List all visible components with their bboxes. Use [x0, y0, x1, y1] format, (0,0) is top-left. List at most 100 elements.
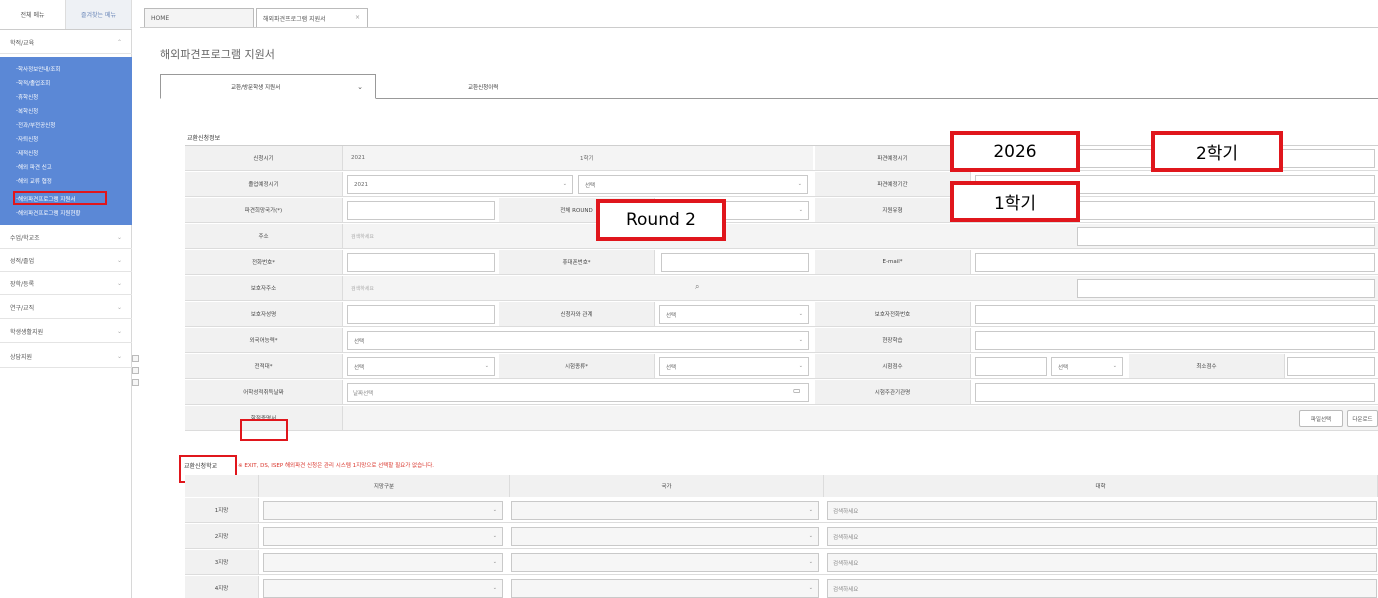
university-input[interactable]: 검색하세요: [827, 553, 1377, 572]
chevron-down-icon: ⌄: [1112, 363, 1117, 369]
table-header-country: 국가: [510, 475, 824, 497]
close-icon[interactable]: ×: [355, 14, 360, 21]
table-header-blank: [185, 475, 259, 497]
form-row: 졸업예정시기 2021 ⌄ 선택 ⌄ 파견예정기간: [185, 172, 1378, 197]
university-input[interactable]: 검색하세요: [827, 579, 1377, 598]
sidebar-subitem[interactable]: - 해외파견프로그램 지원현황: [16, 206, 80, 219]
label-language-ability: 외국어능력*: [185, 328, 343, 352]
graduation-semester-select[interactable]: 선택 ⌄: [578, 175, 808, 194]
download-button[interactable]: 다운로드: [1347, 410, 1378, 427]
mobile-input[interactable]: [661, 253, 809, 272]
calendar-icon[interactable]: ▭: [793, 386, 801, 395]
search-icon[interactable]: ⌕: [695, 282, 699, 292]
tab-home[interactable]: HOME: [144, 8, 254, 27]
chevron-down-icon: ⌄: [798, 337, 803, 343]
phone-input[interactable]: [347, 253, 495, 272]
chevron-down-icon: ⌄: [797, 181, 802, 187]
previous-school-select[interactable]: 선택 ⌄: [347, 357, 495, 376]
test-date-input[interactable]: 날짜선택: [347, 383, 809, 402]
form-row: 전화번호* 휴대폰번호* E-mail*: [185, 250, 1378, 275]
university-input[interactable]: 검색하세요: [827, 527, 1377, 546]
tab-exchange-application[interactable]: 교환/방문학생 지원서 ⌄: [160, 74, 376, 99]
chevron-down-icon: ⌄: [808, 507, 813, 513]
label-application-period: 신청시기: [185, 146, 343, 170]
chevron-down-icon: ⌄: [492, 533, 497, 539]
chevron-up-icon: ⌃: [116, 39, 122, 46]
sidebar-subitem[interactable]: - 해외 교류 협정: [16, 174, 52, 187]
sidebar-subitem[interactable]: - 휴학신청: [16, 90, 38, 103]
chevron-down-icon: ⌄: [484, 363, 489, 369]
graduation-year-select[interactable]: 2021 ⌄: [347, 175, 573, 194]
test-score-input[interactable]: [975, 357, 1047, 376]
tab-application-form[interactable]: 해외파견프로그램 지원서 ×: [256, 8, 368, 27]
university-input[interactable]: 검색하세요: [827, 501, 1377, 520]
sidebar-subitem[interactable]: - 해외 파견 신고: [16, 160, 52, 173]
chevron-down-icon: ⌄: [808, 559, 813, 565]
chevron-down-icon: ⌄: [808, 585, 813, 591]
rank-select[interactable]: ⌄: [263, 527, 503, 546]
form-row: 보호자주소 검색하세요 ⌕: [185, 276, 1378, 301]
sidebar-subitem[interactable]: - 자퇴신청: [16, 132, 38, 145]
sidebar-section-academic[interactable]: 학적/교육 ⌃: [0, 31, 132, 54]
file-select-button[interactable]: 파일선택: [1299, 410, 1343, 427]
rank-select[interactable]: ⌄: [263, 579, 503, 598]
email-input[interactable]: [975, 253, 1375, 272]
sidebar-section[interactable]: 수업/학교조 ⌄: [0, 226, 132, 249]
sidebar-collapse-handle[interactable]: [132, 355, 139, 362]
country-select[interactable]: ⌄: [511, 579, 819, 598]
section-label-exchange-info: 교환신청정보: [187, 135, 221, 142]
page-title: 해외파견프로그램 지원서: [160, 48, 275, 61]
country-select[interactable]: ⌄: [511, 527, 819, 546]
desired-country-input[interactable]: [347, 201, 495, 220]
sidebar-section[interactable]: 학생생활지원 ⌄: [0, 320, 132, 343]
sidebar-subitem[interactable]: - 전과/부전공신청: [16, 118, 55, 131]
callout-semester-left: 1학기: [950, 181, 1080, 222]
chevron-down-icon: ⌄: [492, 559, 497, 565]
test-organization-input[interactable]: [975, 383, 1375, 402]
sidebar-tab-favorites[interactable]: 즐겨찾는 메뉴: [66, 0, 132, 29]
label-dispatch-period: 파견예정시기: [815, 146, 971, 170]
test-type-select[interactable]: 선택 ⌄: [659, 357, 809, 376]
sidebar-tab-all-menu[interactable]: 전체 메뉴: [0, 0, 66, 29]
guardian-address-detail-input[interactable]: [1077, 279, 1375, 298]
rank-select[interactable]: ⌄: [263, 501, 503, 520]
label-address: 주소: [185, 224, 343, 248]
relationship-select[interactable]: 선택 ⌄: [659, 305, 809, 324]
tab-application-history[interactable]: 교환신청이력: [468, 74, 498, 99]
row-label: 1지망: [185, 498, 259, 522]
field-study-input[interactable]: [975, 331, 1375, 350]
form-row: 보호자성명 신청자와 관계 선택 ⌄ 보호자전화번호: [185, 302, 1378, 327]
label-minimum-score: 최소점수: [1129, 354, 1285, 378]
test-score-select[interactable]: 선택 ⌄: [1051, 357, 1123, 376]
address-detail-input[interactable]: [1077, 227, 1375, 246]
country-select[interactable]: ⌄: [511, 501, 819, 520]
label-dispatch-duration: 파견예정기간: [815, 172, 971, 196]
sidebar-subitem[interactable]: - 복학신청: [16, 104, 38, 117]
sidebar-section[interactable]: 상담지원 ⌄: [0, 345, 132, 368]
chevron-down-icon: ⌄: [116, 353, 122, 360]
chevron-down-icon: ⌄: [492, 585, 497, 591]
guardian-phone-input[interactable]: [975, 305, 1375, 324]
rank-select[interactable]: ⌄: [263, 553, 503, 572]
form-row: 어학성적취득날짜 날짜선택 ▭ 시험주관기관명: [185, 380, 1378, 405]
sidebar-subitem[interactable]: - 제적신청: [16, 146, 38, 159]
row-label: 2지망: [185, 524, 259, 548]
chevron-down-icon: ⌄: [116, 257, 122, 264]
sidebar-collapse-handle[interactable]: [132, 379, 139, 386]
label-guardian-phone: 보호자전화번호: [815, 302, 971, 326]
minimum-score-input[interactable]: [1287, 357, 1375, 376]
value-application-year: 2021: [343, 146, 813, 170]
sidebar-section[interactable]: 장학/등록 ⌄: [0, 272, 132, 295]
country-select[interactable]: ⌄: [511, 553, 819, 572]
guardian-name-input[interactable]: [347, 305, 495, 324]
label-mobile: 휴대폰번호*: [499, 250, 655, 274]
sidebar-subitem[interactable]: - 학사정보안내/조회: [16, 62, 60, 75]
label-test-type: 시험종류*: [499, 354, 655, 378]
table-row: 3지망 ⌄ ⌄ 검색하세요: [185, 550, 1378, 575]
table-row: 1지망 ⌄ ⌄ 검색하세요: [185, 498, 1378, 523]
sidebar-section[interactable]: 성적/졸업 ⌄: [0, 249, 132, 272]
language-ability-select[interactable]: 선택 ⌄: [347, 331, 809, 350]
sidebar-subitem[interactable]: - 학적/졸업조회: [16, 76, 50, 89]
sidebar-collapse-handle[interactable]: [132, 367, 139, 374]
sidebar-section[interactable]: 연구/교직 ⌄: [0, 296, 132, 319]
